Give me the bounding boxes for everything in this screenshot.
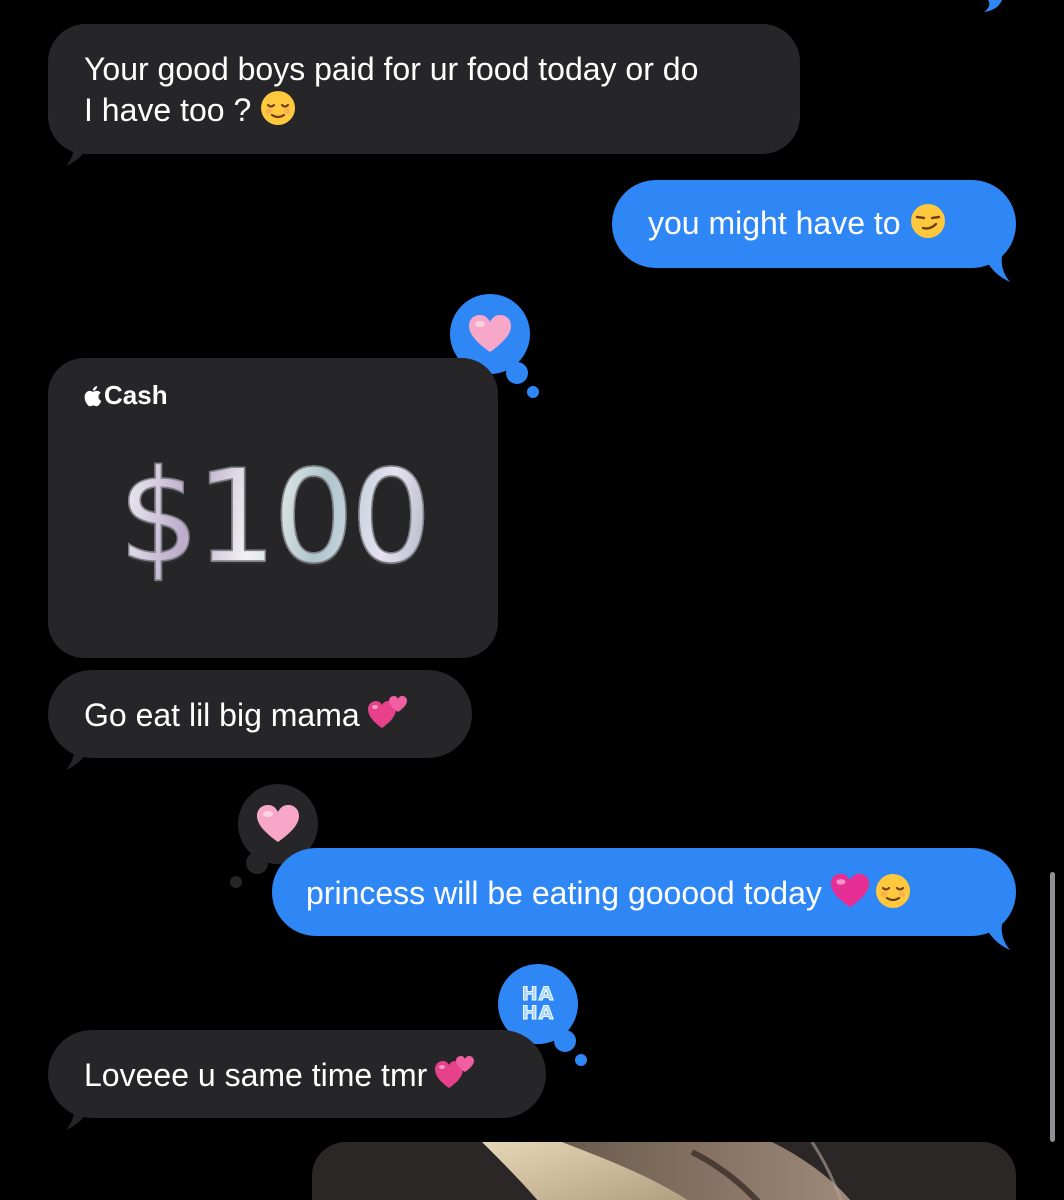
tapback-dot — [554, 1030, 576, 1052]
tapback-dot — [527, 386, 539, 398]
message-text: Go eat lil big mama — [84, 697, 360, 733]
bubble-tail — [66, 140, 92, 166]
message-bubble-sent[interactable]: you might have to — [612, 180, 1016, 268]
cash-label-text: Cash — [104, 380, 168, 410]
scrollbar[interactable] — [1050, 872, 1055, 1142]
previous-bubble-tail — [972, 0, 1002, 12]
bubble-tail — [984, 256, 1010, 282]
photo-image — [312, 1142, 1016, 1200]
bubble-tail — [984, 924, 1010, 950]
haha-icon: HA HA — [521, 983, 555, 1024]
cash-amount: $100 — [48, 438, 498, 598]
photo-message[interactable] — [312, 1142, 1016, 1200]
tapback-dot — [506, 362, 528, 384]
apple-logo-icon — [84, 385, 102, 406]
tapback-dot — [246, 852, 268, 874]
imessage-conversation: Your good boys paid for ur food today or… — [0, 0, 1064, 1200]
message-text-line: Your good boys paid for ur food today or… — [84, 51, 699, 87]
bubble-tail — [66, 744, 92, 770]
bubble-tail — [66, 1104, 92, 1130]
message-text: you might have to — [648, 205, 901, 241]
message-text: Loveee u same time tmr — [84, 1057, 428, 1093]
message-text-line: I have too ? — [84, 89, 764, 136]
relieved-face-icon — [874, 872, 912, 919]
message-bubble-received[interactable]: Loveee u same time tmr — [48, 1030, 546, 1118]
two-hearts-icon — [435, 1054, 475, 1101]
heart-icon — [257, 805, 299, 842]
tapback-dot — [230, 876, 242, 888]
smirking-face-icon — [909, 202, 947, 249]
pink-heart-icon — [830, 872, 870, 919]
two-hearts-icon — [367, 694, 408, 741]
message-text: princess will be eating gooood today — [306, 875, 822, 911]
message-bubble-sent[interactable]: princess will be eating gooood today — [272, 848, 1016, 936]
tapback-dot — [575, 1054, 587, 1066]
message-bubble-received[interactable]: Go eat lil big mama — [48, 670, 472, 758]
heart-icon — [469, 315, 511, 352]
apple-cash-label: Cash — [82, 380, 168, 411]
message-bubble-received[interactable]: Your good boys paid for ur food today or… — [48, 24, 800, 154]
relieved-face-icon — [259, 89, 297, 136]
apple-cash-card[interactable]: Cash $100 — [48, 358, 498, 658]
